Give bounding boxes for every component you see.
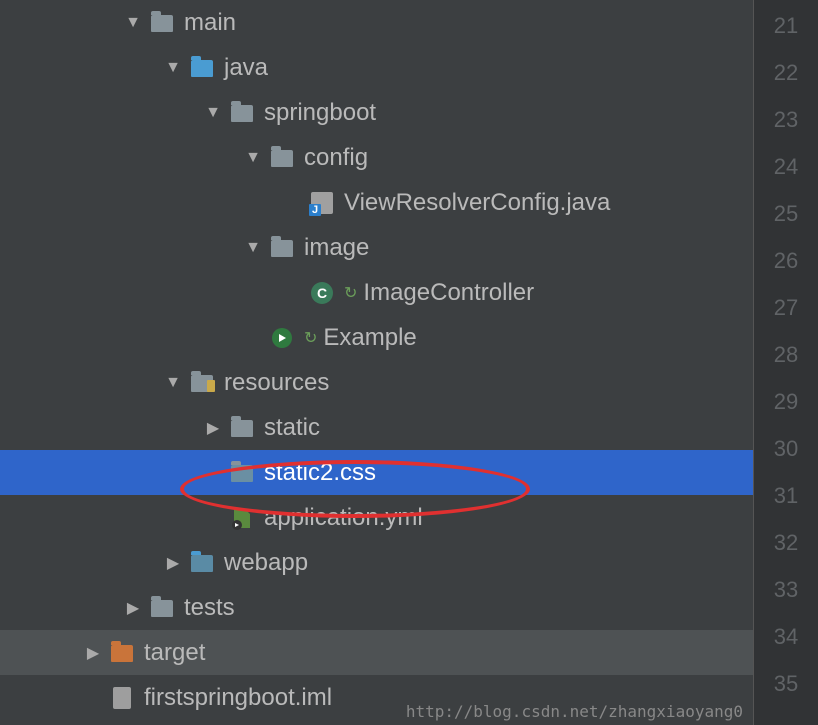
folder-label: resources bbox=[224, 369, 329, 397]
line-number: 29 bbox=[774, 378, 798, 425]
class-imagecontroller[interactable]: C ↻ ImageController bbox=[0, 270, 753, 315]
line-number: 33 bbox=[774, 566, 798, 613]
folder-main[interactable]: ▼ main bbox=[0, 0, 753, 45]
line-number: 30 bbox=[774, 425, 798, 472]
folder-icon bbox=[230, 461, 254, 485]
folder-label: tests bbox=[184, 594, 235, 622]
line-number: 21 bbox=[774, 2, 798, 49]
folder-icon bbox=[150, 11, 174, 35]
runnable-class-icon bbox=[270, 326, 294, 350]
folder-icon bbox=[150, 596, 174, 620]
expand-arrow-down-icon[interactable]: ▼ bbox=[202, 102, 224, 124]
expand-arrow-down-icon[interactable]: ▼ bbox=[242, 147, 264, 169]
folder-tests[interactable]: ▶ tests bbox=[0, 585, 753, 630]
line-number: 22 bbox=[774, 49, 798, 96]
expand-arrow-down-icon[interactable]: ▼ bbox=[162, 372, 184, 394]
iml-file-icon bbox=[110, 686, 134, 710]
class-label: ImageController bbox=[363, 279, 534, 307]
folder-label: main bbox=[184, 9, 236, 37]
line-number: 23 bbox=[774, 96, 798, 143]
web-folder-icon bbox=[190, 551, 214, 575]
line-number: 31 bbox=[774, 472, 798, 519]
line-number: 35 bbox=[774, 660, 798, 707]
folder-label: target bbox=[144, 639, 205, 667]
line-number: 26 bbox=[774, 237, 798, 284]
folder-target[interactable]: ▶ target bbox=[0, 630, 753, 675]
expand-arrow-right-icon[interactable]: ▶ bbox=[202, 417, 224, 439]
yml-file-icon bbox=[230, 506, 254, 530]
project-tree-panel[interactable]: ▼ main ▼ java ▼ springboot ▼ config View… bbox=[0, 0, 753, 725]
line-number: 32 bbox=[774, 519, 798, 566]
folder-static[interactable]: ▶ static bbox=[0, 405, 753, 450]
file-label: firstspringboot.iml bbox=[144, 684, 332, 712]
folder-label: image bbox=[304, 234, 369, 262]
file-viewresolverconfig[interactable]: ViewResolverConfig.java bbox=[0, 180, 753, 225]
class-label: Example bbox=[323, 324, 416, 352]
file-label: application.yml bbox=[264, 504, 423, 532]
folder-label: static2.css bbox=[264, 459, 376, 487]
runnable-icon: ↻ bbox=[304, 328, 317, 348]
class-icon: C bbox=[310, 281, 334, 305]
folder-label: config bbox=[304, 144, 368, 172]
expand-arrow-down-icon[interactable]: ▼ bbox=[162, 57, 184, 79]
folder-java[interactable]: ▼ java bbox=[0, 45, 753, 90]
excluded-folder-icon bbox=[110, 641, 134, 665]
folder-resources[interactable]: ▼ resources bbox=[0, 360, 753, 405]
watermark-text: http://blog.csdn.net/zhangxiaoyang0 bbox=[406, 702, 743, 721]
package-folder-icon bbox=[230, 101, 254, 125]
line-number: 24 bbox=[774, 143, 798, 190]
runnable-icon: ↻ bbox=[344, 283, 357, 303]
file-label: ViewResolverConfig.java bbox=[344, 189, 610, 217]
line-number: 28 bbox=[774, 331, 798, 378]
source-folder-icon bbox=[190, 56, 214, 80]
folder-config[interactable]: ▼ config bbox=[0, 135, 753, 180]
folder-webapp[interactable]: ▶ webapp bbox=[0, 540, 753, 585]
expand-arrow-down-icon[interactable]: ▼ bbox=[242, 237, 264, 259]
package-folder-icon bbox=[270, 146, 294, 170]
folder-label: java bbox=[224, 54, 268, 82]
folder-label: springboot bbox=[264, 99, 376, 127]
folder-springboot[interactable]: ▼ springboot bbox=[0, 90, 753, 135]
line-number: 25 bbox=[774, 190, 798, 237]
folder-label: static bbox=[264, 414, 320, 442]
expand-arrow-right-icon[interactable]: ▶ bbox=[82, 642, 104, 664]
editor-gutter: 21 22 23 24 25 26 27 28 29 30 31 32 33 3… bbox=[753, 0, 818, 725]
folder-static2css[interactable]: static2.css bbox=[0, 450, 753, 495]
folder-image[interactable]: ▼ image bbox=[0, 225, 753, 270]
class-example[interactable]: ↻ Example bbox=[0, 315, 753, 360]
resources-folder-icon bbox=[190, 371, 214, 395]
file-applicationyml[interactable]: application.yml bbox=[0, 495, 753, 540]
java-file-icon bbox=[310, 191, 334, 215]
line-number: 34 bbox=[774, 613, 798, 660]
package-folder-icon bbox=[270, 236, 294, 260]
expand-arrow-down-icon[interactable]: ▼ bbox=[122, 12, 144, 34]
folder-label: webapp bbox=[224, 549, 308, 577]
expand-arrow-right-icon[interactable]: ▶ bbox=[122, 597, 144, 619]
folder-icon bbox=[230, 416, 254, 440]
line-number: 27 bbox=[774, 284, 798, 331]
expand-arrow-right-icon[interactable]: ▶ bbox=[162, 552, 184, 574]
